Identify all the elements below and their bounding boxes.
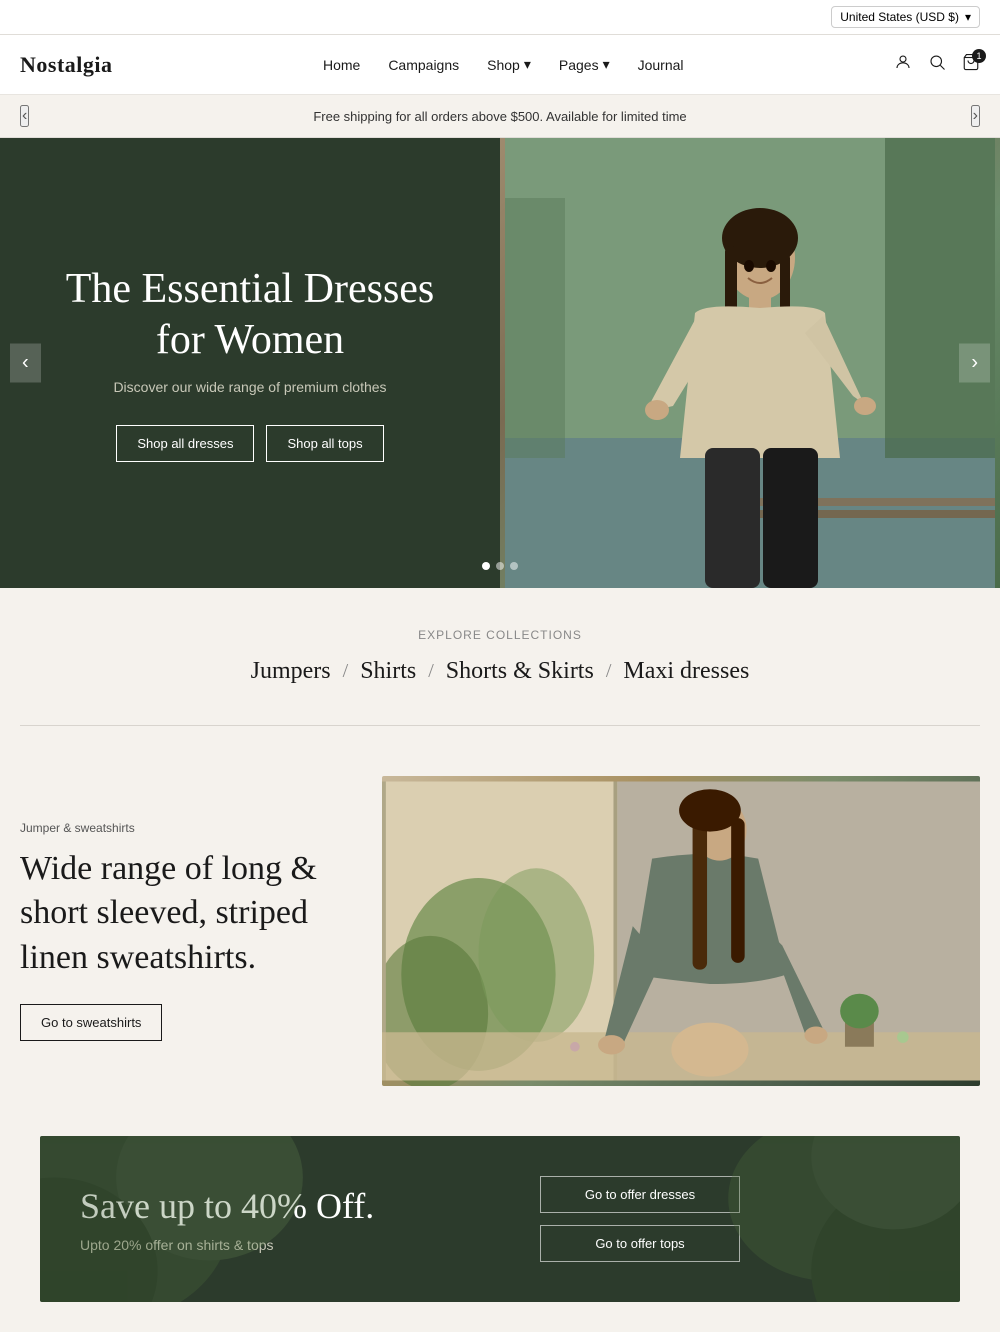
hero-dot-1[interactable] — [482, 562, 490, 570]
sweatshirts-text: Jumper & sweatshirts Wide range of long … — [20, 776, 342, 1086]
sale-section: Save up to 40% Off. Upto 20% offer on sh… — [40, 1136, 960, 1302]
user-icon[interactable] — [894, 53, 912, 76]
hero-title: The Essential Dresses for Women — [40, 264, 460, 365]
chevron-down-icon: ▾ — [965, 10, 971, 24]
top-bar: United States (USD $) ▾ — [0, 0, 1000, 35]
collection-maxi-dresses[interactable]: Maxi dresses — [615, 658, 757, 685]
hero-text-panel: The Essential Dresses for Women Discover… — [0, 138, 500, 588]
header-icons: 1 — [894, 53, 980, 76]
nav-pages[interactable]: Pages ▾ — [559, 56, 610, 73]
nav-campaigns[interactable]: Campaigns — [388, 57, 459, 73]
collections-links: Jumpers / Shirts / Shorts & Skirts / Max… — [20, 658, 980, 685]
shop-all-tops-button[interactable]: Shop all tops — [266, 425, 383, 462]
sweatshirts-category: Jumper & sweatshirts — [20, 821, 342, 835]
hero-image — [500, 138, 1000, 588]
nav-shop[interactable]: Shop ▾ — [487, 56, 531, 73]
chevron-down-icon: ▾ — [603, 56, 610, 73]
shop-all-dresses-button[interactable]: Shop all dresses — [116, 425, 254, 462]
announcement-prev-button[interactable]: ‹ — [20, 105, 29, 127]
nav-journal[interactable]: Journal — [638, 57, 684, 73]
announcement-bar: ‹ Free shipping for all orders above $50… — [0, 95, 1000, 138]
go-to-sweatshirts-button[interactable]: Go to sweatshirts — [20, 1004, 162, 1041]
hero-subtitle: Discover our wide range of premium cloth… — [113, 379, 386, 395]
sweatshirts-title: Wide range of long & short sleeved, stri… — [20, 847, 342, 980]
collection-shorts-skirts[interactable]: Shorts & Skirts — [438, 658, 602, 685]
announcement-text: Free shipping for all orders above $500.… — [29, 109, 970, 124]
hero-section: ‹ The Essential Dresses for Women Discov… — [0, 138, 1000, 588]
collection-jumpers[interactable]: Jumpers — [243, 658, 339, 685]
hero-dot-3[interactable] — [510, 562, 518, 570]
hero-image-panel — [500, 138, 1000, 588]
cart-badge: 1 — [972, 49, 986, 63]
logo[interactable]: Nostalgia — [20, 52, 113, 78]
currency-selector[interactable]: United States (USD $) ▾ — [831, 6, 980, 28]
announcement-next-button[interactable]: › — [971, 105, 980, 127]
collections-section: Explore collections Jumpers / Shirts / S… — [0, 588, 1000, 705]
collections-label: Explore collections — [20, 628, 980, 642]
chevron-down-icon: ▾ — [524, 56, 531, 73]
hero-next-button[interactable]: › — [959, 344, 990, 383]
nav-home[interactable]: Home — [323, 57, 360, 73]
sweatshirts-image — [382, 776, 980, 1086]
search-icon[interactable] — [928, 53, 946, 76]
separator-3: / — [602, 660, 616, 683]
main-nav: Home Campaigns Shop ▾ Pages ▾ Journal — [323, 56, 684, 73]
currency-label: United States (USD $) — [840, 10, 959, 24]
cart-icon[interactable]: 1 — [962, 53, 980, 76]
separator-2: / — [424, 660, 438, 683]
hero-dots — [482, 562, 518, 570]
separator-1: / — [339, 660, 353, 683]
sweatshirts-section: Jumper & sweatshirts Wide range of long … — [0, 726, 1000, 1136]
hero-buttons: Shop all dresses Shop all tops — [116, 425, 383, 462]
hero-prev-button[interactable]: ‹ — [10, 344, 41, 383]
collection-shirts[interactable]: Shirts — [352, 658, 424, 685]
header: Nostalgia Home Campaigns Shop ▾ Pages ▾ … — [0, 35, 1000, 95]
hero-dot-2[interactable] — [496, 562, 504, 570]
